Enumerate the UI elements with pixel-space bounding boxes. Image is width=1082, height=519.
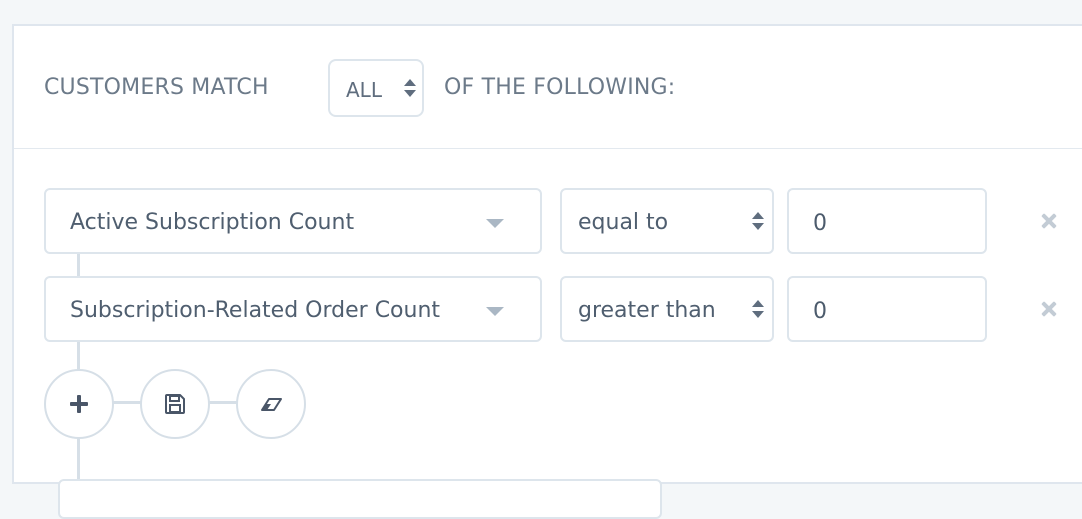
rule-operator-select[interactable]: greater than: [560, 276, 774, 342]
rule-field-value: Subscription-Related Order Count: [70, 298, 441, 323]
chevron-down-icon: [486, 219, 504, 228]
save-segment-button[interactable]: [140, 369, 210, 439]
rule-value-text: 0: [813, 211, 827, 236]
rule-operator-value: equal to: [578, 210, 669, 235]
select-arrows-icon: [404, 79, 416, 97]
match-prefix-label: CUSTOMERS MATCH: [44, 75, 269, 100]
rule-connector-line: [77, 254, 80, 276]
action-connector-line: [112, 401, 142, 404]
rule-field-select[interactable]: Subscription-Related Order Count: [44, 276, 542, 342]
rule-value-input[interactable]: 0: [787, 188, 987, 254]
match-condition-row: CUSTOMERS MATCH ALL OF THE FOLLOWING:: [14, 26, 1082, 149]
clear-rules-button[interactable]: [236, 369, 306, 439]
segment-builder-panel: CUSTOMERS MATCH ALL OF THE FOLLOWING: Ac…: [12, 24, 1082, 519]
floppy-disk-icon: [165, 394, 185, 414]
next-rule-field[interactable]: [58, 479, 662, 519]
rule-field-select[interactable]: Active Subscription Count: [44, 188, 542, 254]
match-suffix-label: OF THE FOLLOWING:: [444, 75, 676, 100]
select-arrows-icon: [752, 300, 764, 318]
rule-value-input[interactable]: 0: [787, 276, 987, 342]
add-rule-button[interactable]: [44, 369, 114, 439]
rule-field-value: Active Subscription Count: [70, 210, 355, 235]
rule-value-text: 0: [813, 299, 827, 324]
remove-rule-icon[interactable]: [1039, 211, 1059, 231]
match-type-select[interactable]: ALL: [328, 59, 424, 117]
remove-rule-icon[interactable]: [1039, 299, 1059, 319]
select-arrows-icon: [752, 212, 764, 230]
plus-icon: [70, 395, 88, 413]
action-connector-line: [208, 401, 238, 404]
rule-connector-line: [77, 342, 80, 370]
eraser-icon: [261, 398, 282, 411]
chevron-down-icon: [486, 307, 504, 316]
rule-operator-value: greater than: [578, 298, 716, 323]
match-type-value: ALL: [346, 78, 382, 102]
rule-operator-select[interactable]: equal to: [560, 188, 774, 254]
